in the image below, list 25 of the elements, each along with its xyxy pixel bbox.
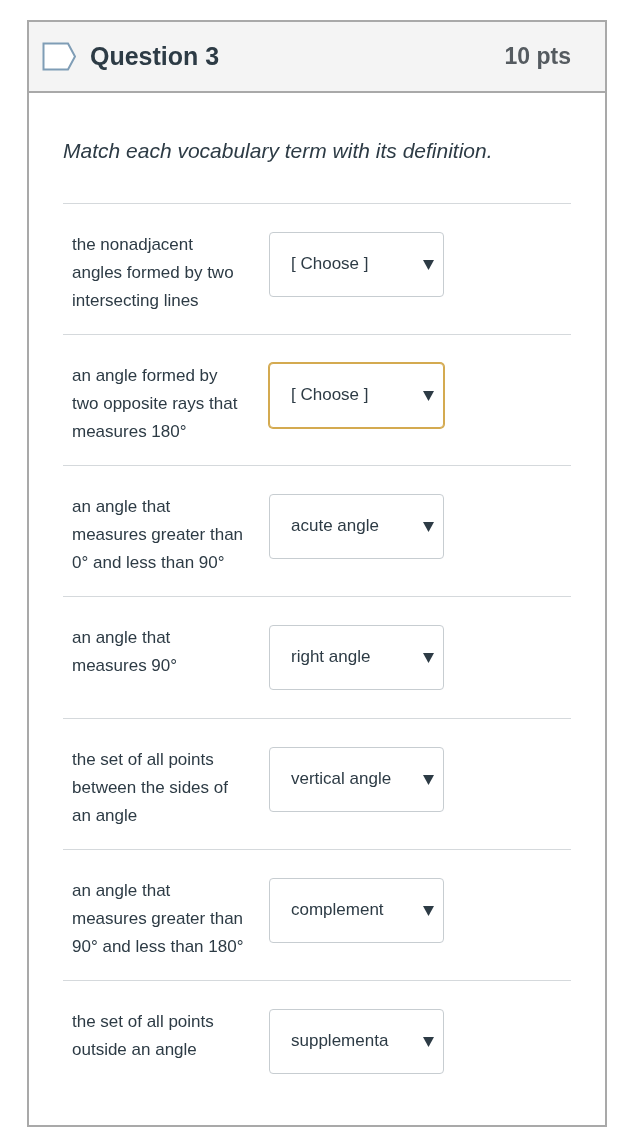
- definition-text: an angle that measures greater than 90° and less than 180°: [72, 880, 245, 958]
- tag-outline-icon: [42, 42, 77, 71]
- caret-icon: [423, 259, 434, 270]
- answer-dropdown[interactable]: right angle: [269, 625, 444, 690]
- answer-dropdown[interactable]: supplementa: [269, 1009, 444, 1074]
- definition-text: the set of all points outside an angle: [72, 1011, 215, 1061]
- definition-text: the set of all points between the sides of an angle: [72, 749, 229, 827]
- question-prompt: Match each vocabulary term with its definition.: [63, 138, 494, 164]
- definition-text: an angle formed by two opposite rays that measures 180°: [72, 365, 239, 443]
- answer-dropdown[interactable]: [ Choose ]: [269, 363, 444, 428]
- caret-icon: [423, 652, 434, 663]
- caret-icon: [423, 774, 434, 785]
- definition-text: an angle that measures greater than 0° and less than 90°: [72, 496, 245, 574]
- question-title: Question 3: [90, 40, 220, 72]
- answer-dropdown[interactable]: acute angle: [269, 494, 444, 559]
- answer-dropdown[interactable]: complement: [269, 878, 444, 943]
- caret-icon: [423, 905, 434, 916]
- definition-text: the nonadjacent angles formed by two intersecting lines: [72, 234, 235, 312]
- answer-dropdown[interactable]: [ Choose ]: [269, 232, 444, 297]
- caret-icon: [423, 390, 434, 401]
- answer-dropdown[interactable]: vertical angle: [269, 747, 444, 812]
- definition-text: an angle that measures 90°: [72, 627, 179, 677]
- points-label: 10 pts: [504, 42, 571, 72]
- caret-icon: [423, 521, 434, 532]
- caret-icon: [423, 1036, 434, 1047]
